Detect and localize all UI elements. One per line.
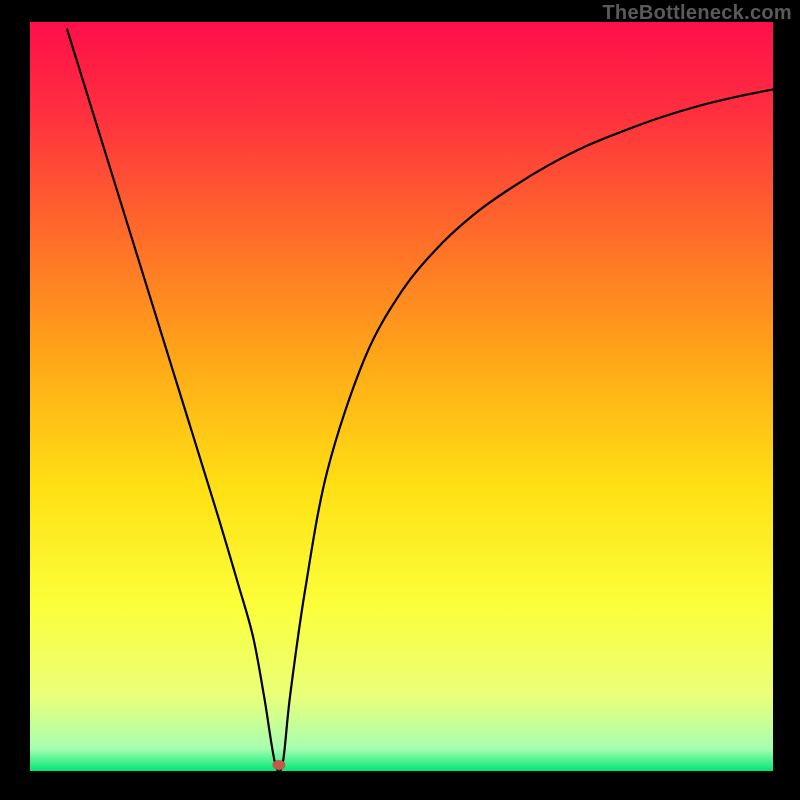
plot-background — [30, 22, 773, 771]
chart-frame: TheBottleneck.com — [0, 0, 800, 800]
chart-svg — [0, 0, 800, 800]
minimum-marker — [272, 760, 285, 770]
watermark-text: TheBottleneck.com — [602, 2, 792, 25]
